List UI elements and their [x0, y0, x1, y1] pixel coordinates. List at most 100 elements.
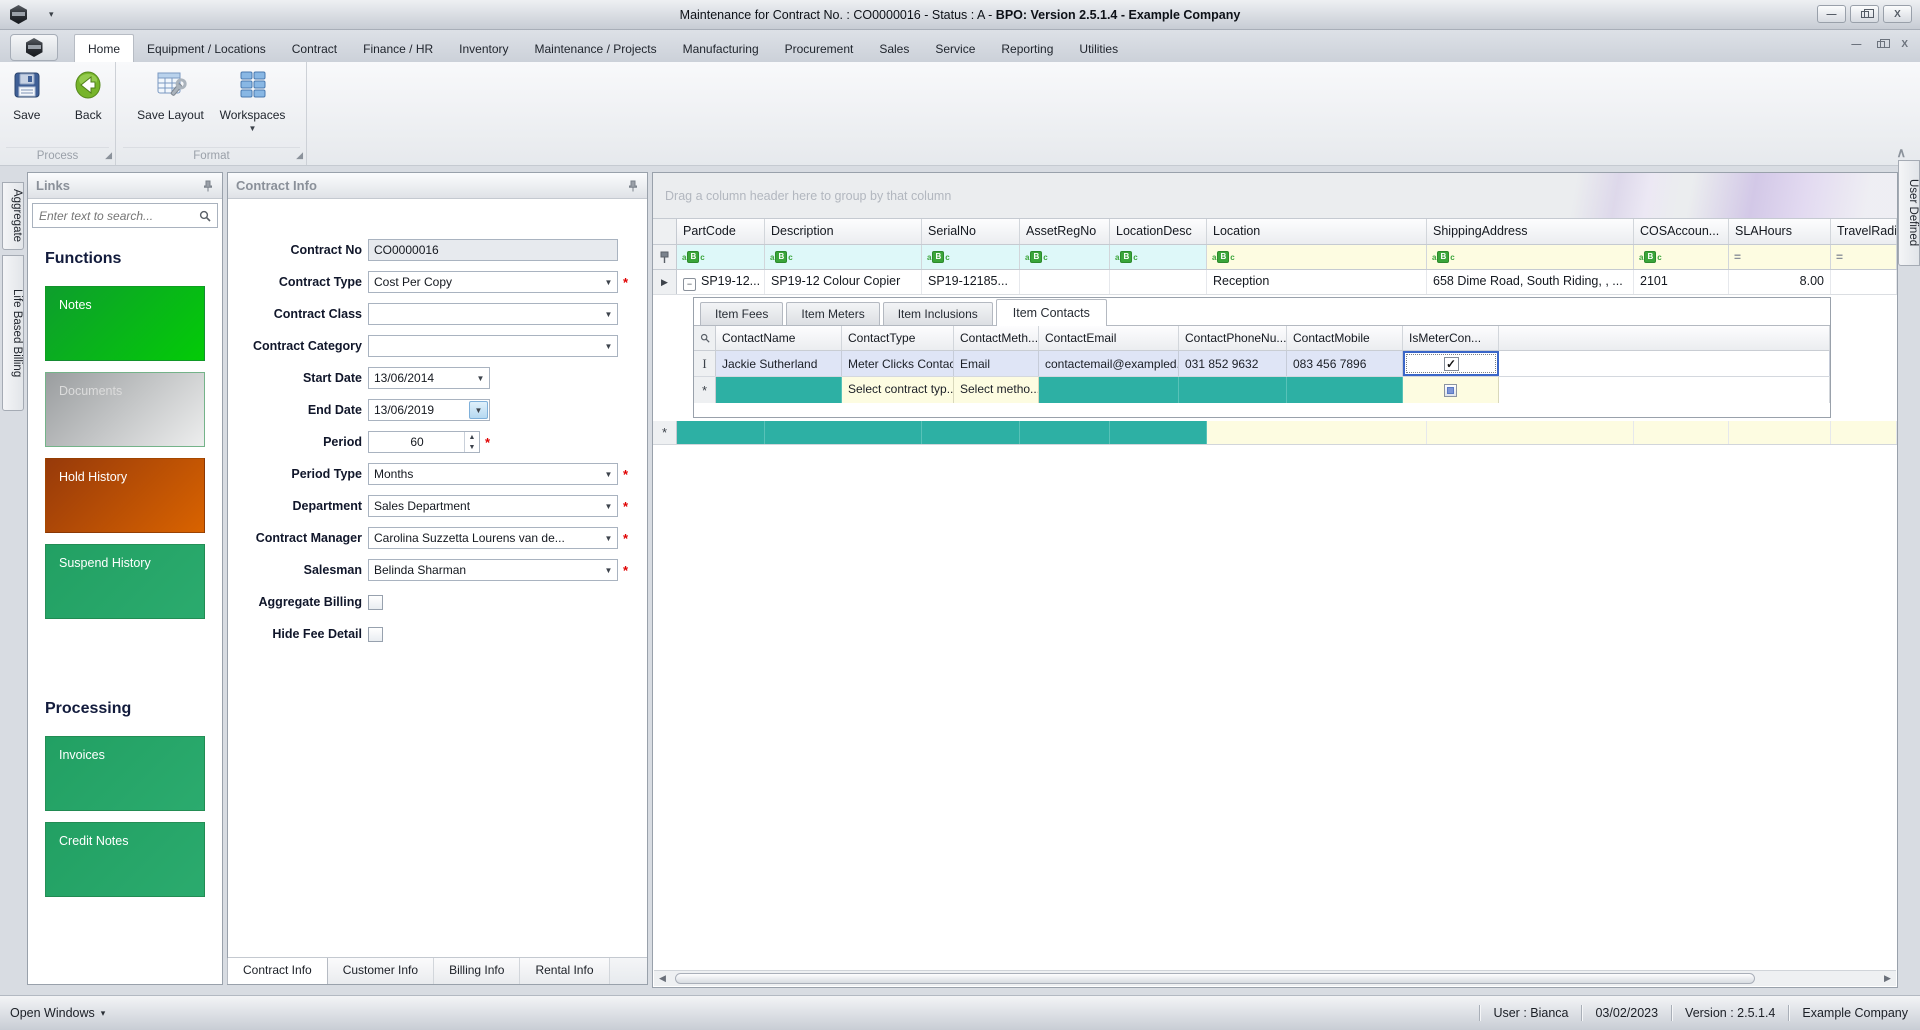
chevron-down-icon[interactable]: ▼: [600, 528, 617, 548]
chevron-down-icon[interactable]: ▼: [469, 401, 488, 419]
chevron-down-icon[interactable]: ▼: [600, 304, 617, 324]
open-windows-button[interactable]: Open Windows ▾: [0, 1006, 105, 1020]
hold-history-button[interactable]: Hold History: [45, 458, 205, 533]
filter-cell-shippingaddress[interactable]: aBc: [1427, 245, 1634, 269]
period-type-dropdown[interactable]: Months▼: [368, 463, 618, 485]
equipment-new-row[interactable]: *: [653, 421, 1897, 445]
tab-billing-info[interactable]: Billing Info: [434, 958, 520, 984]
ribbon-tab-home[interactable]: Home: [74, 34, 134, 62]
collapse-detail-icon[interactable]: −: [683, 278, 696, 291]
cell-ismetercontact-focused[interactable]: ✓: [1403, 351, 1499, 376]
ribbon-tab-equipment-locations[interactable]: Equipment / Locations: [134, 35, 279, 62]
new-cell-shippingaddress[interactable]: [1427, 421, 1634, 444]
cell-description[interactable]: SP19-12 Colour Copier: [765, 270, 922, 294]
search-icon[interactable]: [199, 210, 211, 222]
new-cell-contactemail[interactable]: [1039, 377, 1179, 403]
cell-contactmobile[interactable]: 083 456 7896: [1287, 351, 1403, 376]
new-cell-travelradius[interactable]: [1831, 421, 1897, 444]
new-cell-slahours[interactable]: [1729, 421, 1831, 444]
department-dropdown[interactable]: Sales Department▼: [368, 495, 618, 517]
new-cell-contactphone[interactable]: [1179, 377, 1287, 403]
application-menu-button[interactable]: [10, 34, 58, 61]
ribbon-tab-manufacturing[interactable]: Manufacturing: [670, 35, 772, 62]
chevron-down-icon[interactable]: ▼: [600, 496, 617, 516]
close-button[interactable]: X: [1883, 5, 1912, 23]
filter-cell-assetregno[interactable]: aBc: [1020, 245, 1110, 269]
pin-icon[interactable]: [627, 180, 639, 192]
tab-item-meters[interactable]: Item Meters: [786, 302, 879, 325]
tab-item-contacts[interactable]: Item Contacts: [996, 299, 1107, 326]
aggregate-billing-checkbox[interactable]: [368, 595, 383, 610]
column-header-shippingaddress[interactable]: ShippingAddress: [1427, 219, 1634, 244]
search-header-icon[interactable]: [694, 326, 716, 350]
column-header-cosaccount[interactable]: COSAccoun...: [1634, 219, 1729, 244]
column-header-partcode[interactable]: PartCode: [677, 219, 765, 244]
ribbon-close-icon[interactable]: X: [1901, 39, 1908, 50]
spin-up-icon[interactable]: ▲: [465, 432, 479, 442]
tab-item-inclusions[interactable]: Item Inclusions: [883, 302, 993, 325]
chevron-down-icon[interactable]: ▼: [472, 368, 489, 388]
start-date-picker[interactable]: 13/06/2014▼: [368, 367, 490, 389]
column-header-ismetercontact[interactable]: IsMeterCon...: [1403, 326, 1499, 350]
ribbon-tab-finance-hr[interactable]: Finance / HR: [350, 35, 446, 62]
column-header-description[interactable]: Description: [765, 219, 922, 244]
cell-contactname[interactable]: Jackie Sutherland: [716, 351, 842, 376]
period-stepper[interactable]: 60 ▲▼: [368, 431, 480, 453]
tab-contract-info[interactable]: Contract Info: [227, 958, 328, 984]
column-header-contactmobile[interactable]: ContactMobile: [1287, 326, 1403, 350]
filter-cell-slahours[interactable]: =: [1729, 245, 1831, 269]
documents-button[interactable]: Documents: [45, 372, 205, 447]
column-header-slahours[interactable]: SLAHours: [1729, 219, 1831, 244]
cell-serialno[interactable]: SP19-12185...: [922, 270, 1020, 294]
ribbon-tab-sales[interactable]: Sales: [866, 35, 922, 62]
new-cell-serialno[interactable]: [922, 421, 1020, 444]
new-cell-contactname[interactable]: [716, 377, 842, 403]
cell-shippingaddress[interactable]: 658 Dime Road, South Riding, , ...: [1427, 270, 1634, 294]
tab-item-fees[interactable]: Item Fees: [700, 302, 783, 325]
dialog-launcher-icon[interactable]: ◢: [296, 150, 303, 161]
new-cell-cosaccount[interactable]: [1634, 421, 1729, 444]
credit-notes-button[interactable]: Credit Notes: [45, 822, 205, 897]
group-by-panel[interactable]: Drag a column header here to group by th…: [653, 173, 1897, 219]
filter-cell-description[interactable]: aBc: [765, 245, 922, 269]
quick-access-caret-icon[interactable]: ▾: [49, 9, 54, 20]
ribbon-tab-reporting[interactable]: Reporting: [988, 35, 1066, 62]
filter-cell-cosaccount[interactable]: aBc: [1634, 245, 1729, 269]
contract-class-dropdown[interactable]: ▼: [368, 303, 618, 325]
sidebar-tab-life-based-billing[interactable]: Life Based Billing: [2, 255, 24, 411]
new-cell-locationdesc[interactable]: [1110, 421, 1207, 444]
ribbon-tab-procurement[interactable]: Procurement: [772, 35, 867, 62]
restore-button[interactable]: [1850, 5, 1879, 23]
column-header-serialno[interactable]: SerialNo: [922, 219, 1020, 244]
column-header-contactemail[interactable]: ContactEmail: [1039, 326, 1179, 350]
new-cell-ismetercontact[interactable]: [1403, 377, 1499, 403]
back-button[interactable]: Back: [62, 67, 116, 122]
cell-partcode[interactable]: −SP19-12...: [677, 270, 765, 294]
hide-fee-detail-checkbox[interactable]: [368, 627, 383, 642]
end-date-picker[interactable]: 13/06/2019▼: [368, 399, 490, 421]
cell-contacttype[interactable]: Meter Clicks Contact: [842, 351, 954, 376]
indeterminate-checkbox-icon[interactable]: [1444, 384, 1457, 397]
cell-contactmethod[interactable]: Email: [954, 351, 1039, 376]
invoices-button[interactable]: Invoices: [45, 736, 205, 811]
ribbon-tab-contract[interactable]: Contract: [279, 35, 350, 62]
column-header-contacttype[interactable]: ContactType: [842, 326, 954, 350]
ribbon-tab-inventory[interactable]: Inventory: [446, 35, 521, 62]
cell-contactphone[interactable]: 031 852 9632: [1179, 351, 1287, 376]
suspend-history-button[interactable]: Suspend History: [45, 544, 205, 619]
new-cell-contactmobile[interactable]: [1287, 377, 1403, 403]
checked-checkbox-icon[interactable]: ✓: [1444, 357, 1459, 371]
new-cell-description[interactable]: [765, 421, 922, 444]
pin-icon[interactable]: [202, 180, 214, 192]
cell-contactemail[interactable]: contactemail@exampled...: [1039, 351, 1179, 376]
chevron-down-icon[interactable]: ▼: [600, 272, 617, 292]
chevron-down-icon[interactable]: ▼: [600, 560, 617, 580]
contract-type-dropdown[interactable]: Cost Per Copy▼: [368, 271, 618, 293]
spinner-buttons[interactable]: ▲▼: [464, 432, 479, 452]
dialog-launcher-icon[interactable]: ◢: [105, 150, 112, 161]
minimize-button[interactable]: —: [1817, 5, 1846, 23]
workspaces-button[interactable]: Workspaces ▼: [216, 67, 290, 133]
salesman-dropdown[interactable]: Belinda Sharman▼: [368, 559, 618, 581]
cell-location[interactable]: Reception: [1207, 270, 1427, 294]
collapse-ribbon-icon[interactable]: ∧: [1896, 145, 1906, 161]
